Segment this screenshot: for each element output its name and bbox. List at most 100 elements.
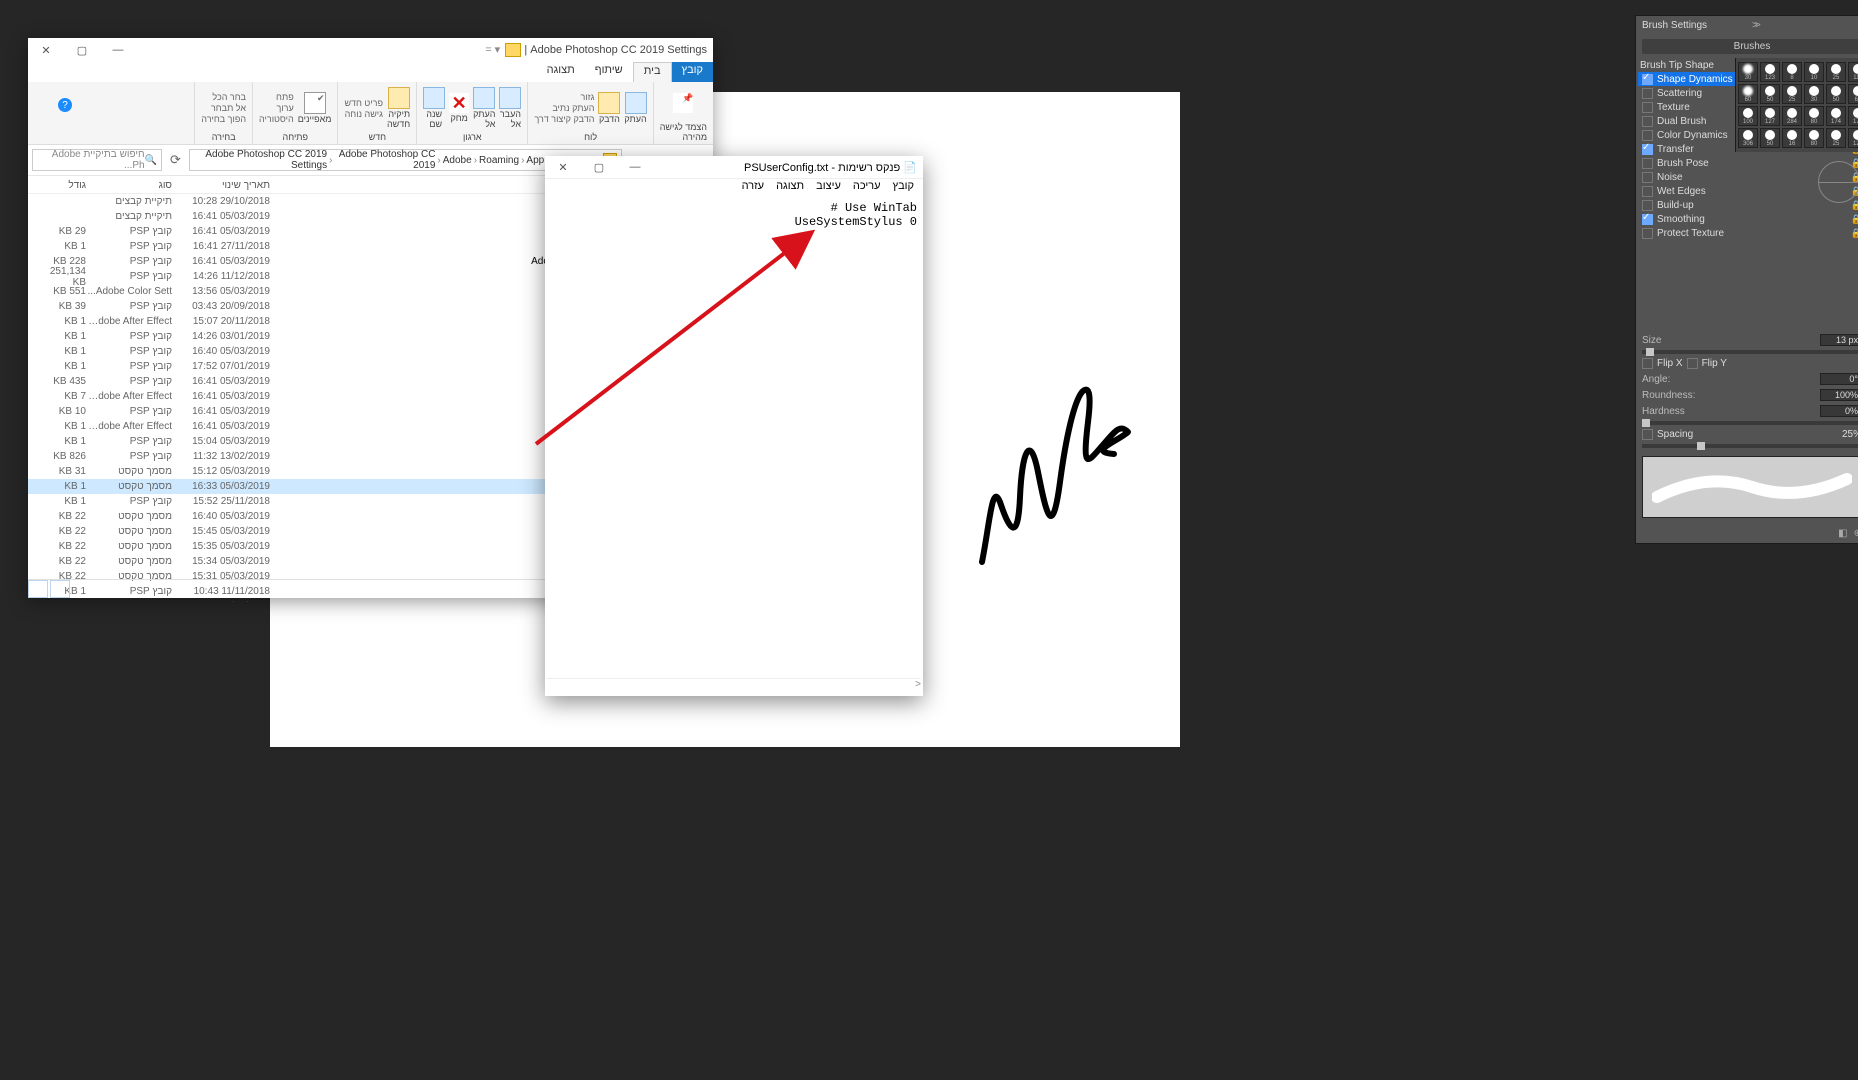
brush-thumb[interactable]: 80 [1804, 106, 1824, 126]
checkbox[interactable] [1642, 200, 1653, 211]
brush-thumb[interactable]: 10 [1804, 62, 1824, 82]
checkbox[interactable] [1642, 74, 1653, 85]
tab-share[interactable]: שיתוף [585, 62, 633, 82]
brush-option-smoothing[interactable]: Smoothing🔒 [1638, 212, 1858, 226]
edit-button[interactable]: ערוך [259, 103, 294, 113]
new-item-button[interactable]: פריט חדש [344, 98, 383, 108]
notepad-maximize-button[interactable]: ▢ [581, 155, 617, 179]
brush-thumb[interactable]: 127 [1760, 106, 1780, 126]
brush-thumb[interactable]: 8 [1782, 62, 1802, 82]
brush-thumb[interactable]: 120 [1848, 128, 1858, 148]
panel-collapse-icon[interactable]: >> [1752, 20, 1858, 31]
invert-selection-button[interactable]: הפוך בחירה [201, 114, 246, 124]
new-preset-icon[interactable]: ◧ [1838, 528, 1847, 539]
notepad-menu-view[interactable]: תצוגה [771, 179, 809, 197]
brush-thumb[interactable]: 60 [1738, 84, 1758, 104]
brush-thumb[interactable]: 50 [1826, 84, 1846, 104]
tab-file[interactable]: קובץ [672, 62, 713, 82]
brush-thumb[interactable]: 112 [1848, 62, 1858, 82]
checkbox[interactable] [1642, 102, 1653, 113]
copy-path-button[interactable]: העתק נתיב [534, 103, 594, 113]
cut-button[interactable]: גזור [534, 92, 594, 102]
breadcrumb-segment[interactable]: Adobe [443, 155, 472, 166]
brush-thumb[interactable]: 25 [1826, 128, 1846, 148]
angle-control[interactable] [1818, 161, 1858, 203]
select-all-button[interactable]: בחר הכל [201, 92, 246, 102]
column-date[interactable]: תאריך שינוי [172, 180, 270, 191]
select-none-button[interactable]: אל תבחר [201, 103, 246, 113]
window-minimize-button[interactable]: — [100, 38, 136, 62]
brushes-tab[interactable]: Brushes [1642, 39, 1858, 54]
paste-shortcut-button[interactable]: הדבק קיצור דרך [534, 114, 594, 124]
brush-option-build-up[interactable]: Build-up🔒 [1638, 198, 1858, 212]
notepad-menu-file[interactable]: קובץ [888, 179, 919, 197]
lock-icon[interactable]: 🔒 [1851, 200, 1858, 211]
brush-thumb[interactable]: 284 [1782, 106, 1802, 126]
help-icon[interactable]: ? [58, 98, 72, 112]
breadcrumb-segment[interactable]: Adobe Photoshop CC 2019 [334, 149, 435, 171]
moveto-icon[interactable] [499, 87, 521, 109]
copy-icon[interactable] [625, 92, 647, 114]
spacing-checkbox[interactable] [1642, 429, 1653, 440]
checkbox[interactable] [1642, 144, 1653, 155]
breadcrumb-segment[interactable]: Adobe Photoshop CC 2019 Settings [194, 149, 327, 171]
notepad-close-button[interactable]: ✕ [545, 155, 581, 179]
lock-icon[interactable]: 🔒 [1851, 228, 1858, 239]
window-maximize-button[interactable]: ▢ [64, 38, 100, 62]
refresh-button[interactable]: ⟳ [166, 152, 185, 168]
open-button[interactable]: פתח [259, 92, 294, 102]
brush-thumb[interactable]: 50 [1760, 84, 1780, 104]
delete-icon[interactable]: ✕ [449, 93, 469, 113]
view-large-button[interactable] [50, 580, 70, 598]
checkbox[interactable] [1642, 172, 1653, 183]
checkbox[interactable] [1642, 214, 1653, 225]
breadcrumb-segment[interactable]: Roaming [479, 155, 519, 166]
brush-thumb[interactable]: 175 [1848, 106, 1858, 126]
notepad-text-area[interactable]: # Use WinTab UseSystemStylus 0 [545, 197, 923, 233]
checkbox[interactable] [1642, 116, 1653, 127]
spacing-slider[interactable] [1642, 444, 1858, 448]
history-button[interactable]: היסטוריה [259, 114, 294, 124]
notepad-menu-format[interactable]: עיצוב [811, 179, 846, 197]
hardness-slider[interactable] [1642, 421, 1858, 425]
checkbox[interactable] [1642, 158, 1653, 169]
tab-home[interactable]: בית [633, 62, 672, 82]
checkbox[interactable] [1642, 228, 1653, 239]
checkbox[interactable] [1642, 130, 1653, 141]
brush-thumb[interactable]: 30 [1738, 62, 1758, 82]
size-value[interactable]: 13 px [1820, 334, 1858, 346]
easy-access-button[interactable]: גישה נוחה [344, 109, 383, 119]
notepad-menu-help[interactable]: עזרה [737, 179, 769, 197]
column-type[interactable]: סוג [86, 180, 172, 191]
properties-icon[interactable]: ✔ [304, 92, 326, 114]
brush-thumb[interactable]: 30 [1804, 84, 1824, 104]
size-slider[interactable] [1642, 350, 1858, 354]
pin-icon[interactable]: 📌 [673, 93, 693, 113]
column-size[interactable]: גודל [36, 180, 86, 191]
notepad-minimize-button[interactable]: — [617, 155, 653, 179]
brush-thumbnails[interactable]: 3012381025112605025305060100127284801741… [1735, 58, 1858, 152]
brush-thumb[interactable]: 25 [1782, 84, 1802, 104]
brush-thumb[interactable]: 50 [1760, 128, 1780, 148]
spacing-value[interactable]: 25% [1842, 429, 1858, 440]
flip-x-checkbox[interactable] [1642, 358, 1653, 369]
lock-icon[interactable]: 🔒 [1851, 214, 1858, 225]
brush-thumb[interactable]: 174 [1826, 106, 1846, 126]
flip-y-checkbox[interactable] [1687, 358, 1698, 369]
search-input[interactable]: 🔍 חיפוש בתיקיית Adobe Ph... [32, 149, 162, 171]
copyto-icon[interactable] [473, 87, 495, 109]
rename-icon[interactable] [423, 87, 445, 109]
save-preset-icon[interactable]: ⊕ [1854, 528, 1858, 539]
brush-thumb[interactable]: 16 [1782, 128, 1802, 148]
brush-thumb[interactable]: 60 [1848, 84, 1858, 104]
brush-thumb[interactable]: 25 [1826, 62, 1846, 82]
angle-value[interactable]: 0° [1820, 373, 1858, 385]
tab-view[interactable]: תצוגה [537, 62, 585, 82]
roundness-value[interactable]: 100% [1820, 389, 1858, 401]
brush-option-protect-texture[interactable]: Protect Texture🔒 [1638, 226, 1858, 240]
panel-title-bar[interactable]: Brush Settings >> [1636, 16, 1858, 35]
window-close-button[interactable]: ✕ [28, 38, 64, 62]
brush-thumb[interactable]: 306 [1738, 128, 1758, 148]
brush-thumb[interactable]: 123 [1760, 62, 1780, 82]
notepad-menu-edit[interactable]: עריכה [848, 179, 886, 197]
